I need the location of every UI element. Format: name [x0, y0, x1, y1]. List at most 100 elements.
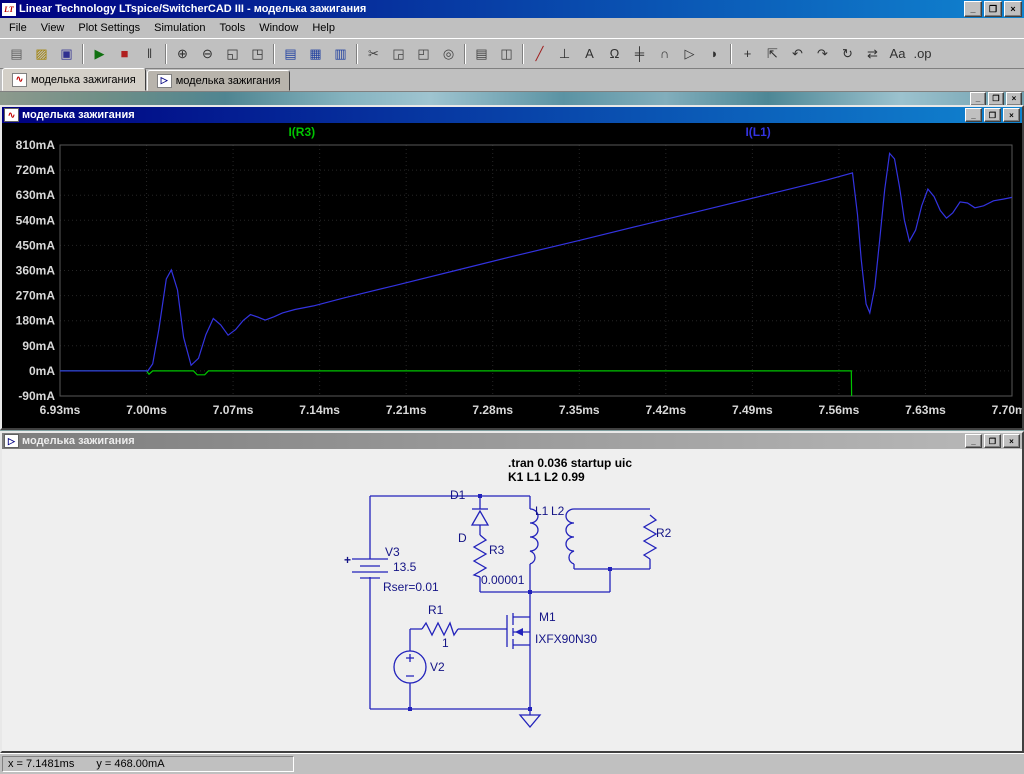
diode-d1[interactable] — [472, 509, 488, 525]
schematic-label: D — [458, 531, 467, 545]
minimize-button[interactable]: _ — [965, 434, 982, 448]
maximize-button[interactable]: ❐ — [984, 108, 1001, 122]
resistor-r1[interactable] — [422, 623, 458, 635]
maximize-button[interactable]: ❐ — [988, 92, 1004, 106]
tab-1-active[interactable]: ∿моделька зажигания — [2, 68, 146, 91]
waveform-caption-buttons: _❐× — [963, 108, 1020, 122]
drag-icon[interactable]: ⇱ — [760, 42, 785, 66]
menu-file[interactable]: File — [2, 19, 34, 37]
schematic-canvas-area[interactable]: .tran 0.036 startup uicK1 L1 L2 0.99D1DR… — [2, 449, 1022, 751]
close-button[interactable]: × — [1006, 92, 1022, 106]
x-tick-label: 7.49ms — [732, 403, 773, 417]
mark-points-icon[interactable]: ▥ — [328, 42, 353, 66]
minimize-button[interactable]: _ — [964, 1, 982, 17]
menu-view[interactable]: View — [34, 19, 72, 37]
plot-settings-icon[interactable]: ▤ — [278, 42, 303, 66]
close-button[interactable]: × — [1003, 108, 1020, 122]
y-tick-label: 630mA — [16, 188, 56, 202]
copy-icon[interactable]: ◲ — [386, 42, 411, 66]
menu-tools[interactable]: Tools — [213, 19, 253, 37]
move-icon[interactable]: + — [735, 42, 760, 66]
cursor-x-readout: x = 7.1481ms — [8, 758, 74, 770]
print-preview-icon[interactable]: ◫ — [494, 42, 519, 66]
y-tick-label: 90mA — [22, 339, 55, 353]
text-icon[interactable]: Aa — [885, 42, 910, 66]
menu-plot-settings[interactable]: Plot Settings — [71, 19, 147, 37]
redo-icon[interactable]: ↷ — [810, 42, 835, 66]
app-titlebar[interactable]: LT Linear Technology LTspice/SwitcherCAD… — [0, 0, 1024, 18]
waveform-plot[interactable]: 6.93ms7.00ms7.07ms7.14ms7.21ms7.28ms7.35… — [2, 123, 1022, 428]
schematic-label: + — [344, 553, 351, 567]
y-tick-label: 180mA — [16, 314, 56, 328]
grid-icon[interactable]: ▦ — [303, 42, 328, 66]
cut-icon[interactable]: ✂ — [361, 42, 386, 66]
inductor-l2[interactable] — [566, 509, 574, 564]
open-folder-icon[interactable]: ▨ — [29, 42, 54, 66]
schematic-tab-icon: ▷ — [157, 74, 172, 88]
net-label-icon[interactable]: A — [577, 42, 602, 66]
schematic-label: L2 — [551, 504, 565, 518]
undo-icon[interactable]: ↶ — [785, 42, 810, 66]
mosfet-m1[interactable] — [507, 613, 530, 649]
zoom-out-icon[interactable]: ⊖ — [195, 42, 220, 66]
trace-label-il1[interactable]: I(L1) — [745, 125, 770, 139]
run-icon[interactable]: ▶ — [87, 42, 112, 66]
schematic-label: R2 — [656, 526, 672, 540]
x-tick-label: 7.28ms — [472, 403, 513, 417]
capacitor-icon[interactable]: ╪ — [627, 42, 652, 66]
halt-icon[interactable]: ■ — [112, 42, 137, 66]
schematic-label: R1 — [428, 603, 444, 617]
schematic-label: .tran 0.036 startup uic — [508, 456, 632, 470]
zoom-in-icon[interactable]: ⊕ — [170, 42, 195, 66]
ground-icon[interactable]: ⊥ — [552, 42, 577, 66]
waveform-plot-area[interactable]: 6.93ms7.00ms7.07ms7.14ms7.21ms7.28ms7.35… — [2, 123, 1022, 428]
y-tick-label: 0mA — [29, 364, 55, 378]
schematic-canvas[interactable]: .tran 0.036 startup uicK1 L1 L2 0.99D1DR… — [2, 449, 1022, 751]
source-v2[interactable] — [394, 651, 426, 683]
inductor-icon[interactable]: ∩ — [652, 42, 677, 66]
paste-icon[interactable]: ◰ — [411, 42, 436, 66]
schematic-label: 1 — [442, 636, 449, 650]
menu-window[interactable]: Window — [252, 19, 305, 37]
resistor-r3[interactable] — [474, 535, 486, 577]
trace-label-ir3[interactable]: I(R3) — [288, 125, 315, 139]
diode-icon[interactable]: ▷ — [677, 42, 702, 66]
find-icon[interactable]: ◎ — [436, 42, 461, 66]
toolbar-separator — [522, 44, 524, 64]
component-icon[interactable]: ◗ — [702, 42, 727, 66]
resistor-r2[interactable] — [644, 515, 656, 559]
ground-symbol[interactable] — [520, 715, 540, 727]
schematic-window: ▷ моделька зажигания _❐× — [0, 431, 1024, 753]
maximize-button[interactable]: ❐ — [984, 434, 1001, 448]
resistor-icon[interactable]: Ω — [602, 42, 627, 66]
y-tick-label: 360mA — [16, 264, 56, 278]
save-icon[interactable]: ▣ — [54, 42, 79, 66]
menu-simulation[interactable]: Simulation — [147, 19, 212, 37]
mdi-background-strip: _❐× — [0, 92, 1024, 105]
waveform-window-titlebar[interactable]: ∿ моделька зажигания _❐× — [2, 107, 1022, 123]
tab-2[interactable]: ▷моделька зажигания — [147, 70, 291, 91]
menu-help[interactable]: Help — [305, 19, 342, 37]
minimize-button[interactable]: _ — [970, 92, 986, 106]
toolbar-separator — [356, 44, 358, 64]
spice-directive-icon[interactable]: .op — [910, 42, 935, 66]
new-schematic-icon[interactable]: ▤ — [4, 42, 29, 66]
zoom-area-icon[interactable]: ◱ — [220, 42, 245, 66]
pause-icon[interactable]: ‖ — [137, 42, 162, 66]
schematic-window-titlebar[interactable]: ▷ моделька зажигания _❐× — [2, 433, 1022, 449]
print-icon[interactable]: ▤ — [469, 42, 494, 66]
schematic-label: K1 L1 L2 0.99 — [508, 470, 585, 484]
rotate-icon[interactable]: ↻ — [835, 42, 860, 66]
schematic-label: R3 — [489, 543, 505, 557]
zoom-full-icon[interactable]: ◳ — [245, 42, 270, 66]
minimize-button[interactable]: _ — [965, 108, 982, 122]
maximize-button[interactable]: ❐ — [984, 1, 1002, 17]
close-button[interactable]: × — [1004, 1, 1022, 17]
trace-il1 — [60, 153, 1012, 371]
waveform-window: ∿ моделька зажигания _❐× 6.93ms7.00ms7.0… — [0, 105, 1024, 430]
close-button[interactable]: × — [1003, 434, 1020, 448]
wire-icon[interactable]: ╱ — [527, 42, 552, 66]
battery-v3[interactable] — [352, 559, 388, 578]
mirror-icon[interactable]: ⇄ — [860, 42, 885, 66]
x-tick-label: 7.35ms — [559, 403, 600, 417]
